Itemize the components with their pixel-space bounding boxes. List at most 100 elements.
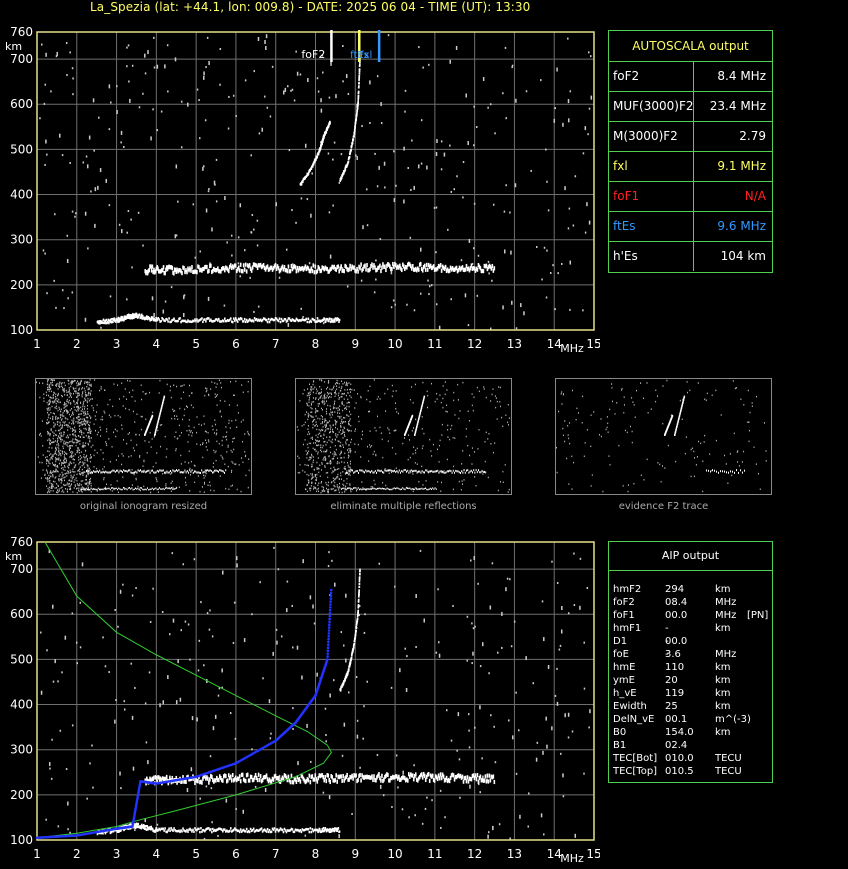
thumb-noise — [79, 424, 81, 427]
noise-pixel — [210, 787, 213, 790]
f2-x-trace-point — [310, 168, 313, 170]
thumb-noise — [627, 484, 629, 486]
thumb-noise — [346, 382, 348, 385]
noise-pixel — [120, 141, 122, 144]
noise-pixel — [530, 169, 532, 172]
thumb-e — [422, 488, 424, 490]
thumb-noise — [326, 412, 328, 415]
ionogram-chart: 1 2 3 4 5 6 7 8 9 10 11 12 13 14 151002003004005006007… — [5, 25, 600, 355]
noise-pixel — [52, 604, 54, 609]
thumb-noise — [63, 381, 65, 384]
noise-pixel — [491, 562, 494, 565]
noise-pixel — [253, 310, 255, 313]
thumb-noise — [86, 408, 88, 410]
thumb-noise — [308, 401, 310, 403]
thumb-es — [377, 469, 379, 472]
thumb-noise — [70, 396, 72, 399]
e-trace-point — [329, 317, 331, 321]
noise-pixel — [156, 129, 159, 132]
thumb-noise — [307, 392, 309, 395]
thumb-noise — [65, 403, 67, 405]
thumb-es — [388, 469, 389, 472]
thumb-noise — [325, 423, 327, 426]
thumb-noise — [347, 398, 349, 401]
grid — [37, 542, 594, 840]
noise-pixel — [561, 262, 563, 265]
thumb-noise — [310, 457, 312, 459]
thumb-noise — [100, 388, 102, 390]
thumb-noise — [215, 459, 217, 462]
thumb-noise — [216, 432, 218, 435]
thumb-es — [430, 470, 431, 473]
thumb-noise — [323, 433, 325, 436]
noise-pixel — [292, 707, 294, 710]
thumb-noise — [309, 393, 311, 396]
noise-pixel — [551, 726, 553, 731]
f2-o-trace-point — [358, 72, 361, 75]
thumb-e — [343, 487, 345, 490]
thumb-noise — [100, 435, 102, 437]
thumb-noise — [693, 450, 695, 453]
noise-pixel — [572, 224, 575, 227]
noise-pixel — [589, 55, 592, 58]
thumb-noise — [737, 461, 739, 463]
thumb-noise — [51, 487, 53, 489]
thumb-noise — [391, 384, 393, 387]
noise-pixel — [213, 180, 216, 185]
thumb-noise — [323, 450, 325, 453]
thumb-e — [408, 487, 410, 490]
thumb-noise — [123, 439, 125, 441]
thumb-noise — [64, 394, 66, 396]
profile-chart: 1 2 3 4 5 6 7 8 9 10 11 12 13 14 151002003004005006007… — [5, 535, 600, 865]
thumb-noise — [349, 419, 351, 422]
f2-o-trace-point — [358, 74, 361, 77]
thumb-e — [347, 487, 348, 490]
thumb-noise — [88, 423, 90, 426]
noise-pixel — [152, 587, 154, 590]
thumb-noise — [375, 429, 377, 432]
noise-pixel — [473, 556, 476, 561]
thumb-noise — [53, 432, 55, 435]
noise-pixel — [40, 631, 42, 634]
thumb-noise — [310, 478, 312, 480]
thumb-noise — [507, 491, 509, 493]
thumb-noise — [337, 409, 339, 412]
thumb-noise — [332, 477, 334, 479]
thumb-noise — [208, 393, 210, 396]
thumb-noise — [117, 384, 119, 386]
thumb-e — [384, 488, 386, 490]
thumb-e — [95, 488, 97, 491]
f2-o-trace-point — [353, 132, 356, 135]
thumb-noise — [55, 458, 57, 461]
thumb-noise — [172, 486, 174, 489]
thumb-noise — [78, 383, 80, 385]
thumb-noise — [327, 484, 329, 487]
thumb-noise — [102, 458, 104, 460]
noise-pixel — [379, 238, 382, 241]
noise-pixel — [567, 736, 570, 739]
thumb-noise — [225, 426, 227, 428]
noise-pixel — [375, 259, 377, 262]
thumb-noise — [310, 389, 312, 392]
thumb-noise — [315, 434, 317, 437]
x-tick-label: 4 — [153, 337, 161, 351]
noise-pixel — [86, 797, 88, 800]
thumb-noise — [66, 488, 68, 490]
noise-pixel — [365, 188, 368, 191]
noise-pixel — [108, 84, 111, 89]
noise-pixel — [503, 210, 506, 213]
noise-pixel — [313, 622, 316, 625]
thumb-noise — [67, 429, 69, 431]
thumb-es — [190, 470, 192, 473]
thumb-noise — [63, 410, 65, 412]
thumb-noise — [102, 468, 104, 470]
f2-o-trace-point — [351, 144, 353, 147]
thumb-noise — [600, 435, 602, 438]
thumb-es — [131, 471, 133, 474]
noise-pixel — [94, 223, 96, 228]
thumb-noise — [50, 382, 52, 384]
thumb-noise — [90, 383, 92, 386]
thumb-noise — [53, 421, 55, 424]
thumb-noise — [215, 395, 217, 397]
noise-pixel — [189, 658, 191, 661]
